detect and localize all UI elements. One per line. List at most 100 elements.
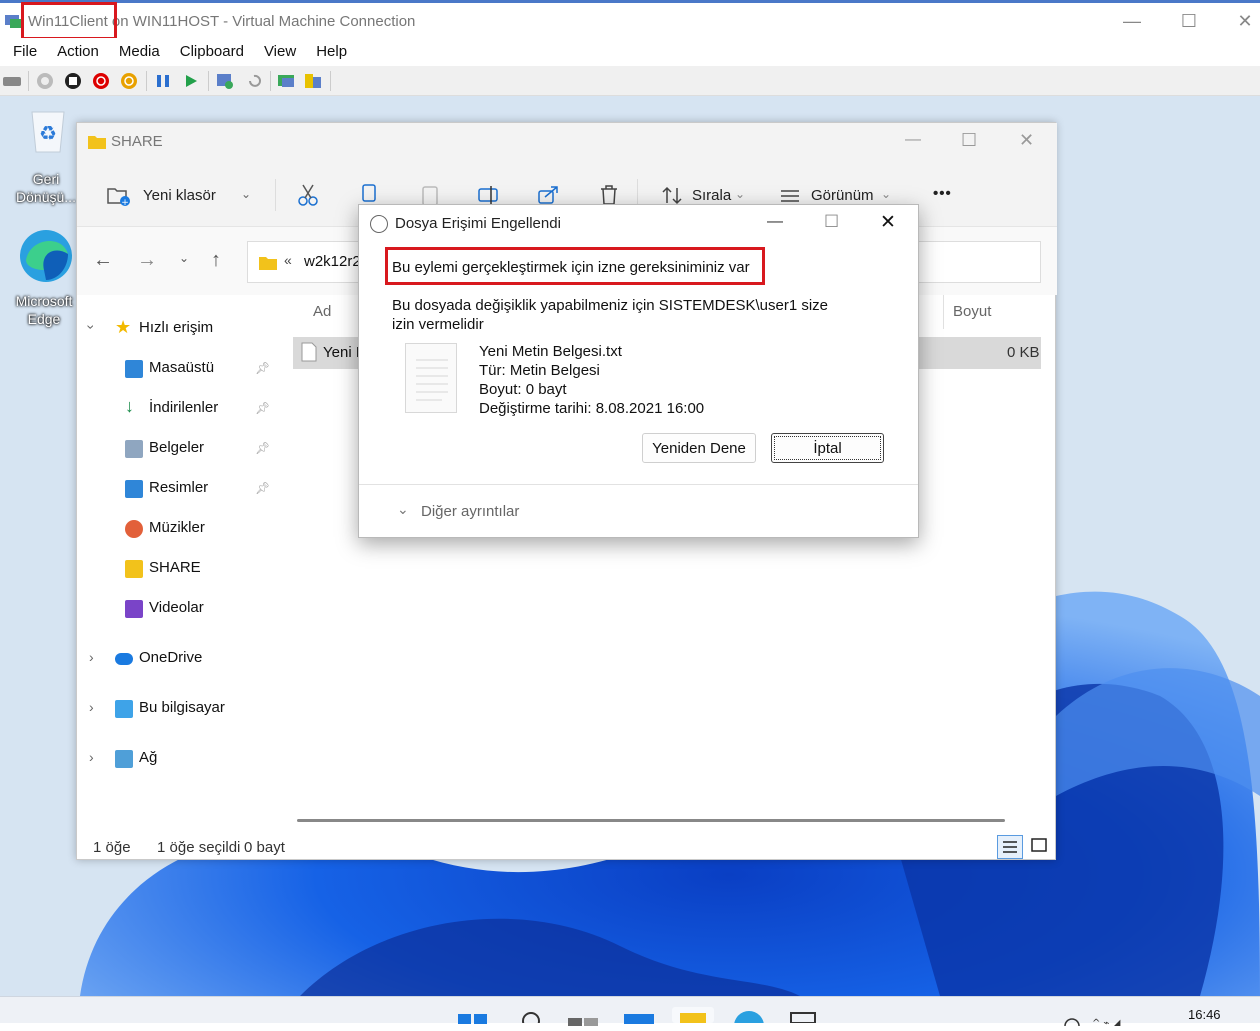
dialog-file-type: Tür: Metin Belgesi [479, 362, 600, 379]
path-overflow-icon[interactable]: « [284, 252, 292, 268]
turn-off-icon[interactable] [63, 71, 83, 91]
nav-item-desktop[interactable]: Masaüstü 📌︎ [77, 351, 277, 387]
explorer-close-button[interactable]: ✕ [1019, 130, 1034, 151]
close-button[interactable]: ✕ [1220, 3, 1260, 39]
maximize-button[interactable]: ☐ [1164, 3, 1214, 39]
more-details-toggle[interactable]: Diğer ayrıntılar [421, 503, 519, 520]
folder-icon [125, 560, 143, 578]
explorer-minimize-button[interactable]: — [905, 131, 921, 149]
pin-icon[interactable]: 📌︎ [255, 481, 270, 495]
nav-item-videos[interactable]: Videolar [77, 591, 277, 627]
explorer-title: SHARE [111, 133, 163, 150]
start-icon[interactable] [35, 71, 55, 91]
file-size-cell: 0 KB [1007, 344, 1040, 361]
view-button[interactable]: Görünüm [811, 187, 874, 204]
column-header-name[interactable]: Ad [313, 303, 331, 320]
nav-item-pictures[interactable]: Resimler 📌︎ [77, 471, 277, 507]
chevron-right-icon[interactable]: › [89, 699, 94, 715]
checkpoint-icon[interactable] [215, 71, 235, 91]
nav-item-this-pc[interactable]: › Bu bilgisayar [77, 691, 277, 727]
recycle-bin-icon[interactable]: ♻ [26, 108, 70, 154]
shutdown-icon[interactable] [91, 71, 111, 91]
retry-button[interactable]: Yeniden Dene [642, 433, 756, 463]
widgets-icon[interactable] [622, 1011, 656, 1024]
up-arrow-icon[interactable]: ↑ [211, 249, 221, 272]
chevron-right-icon[interactable]: › [89, 749, 94, 765]
pin-icon[interactable]: 📌︎ [255, 401, 270, 415]
nav-item-share[interactable]: SHARE [77, 551, 277, 587]
recent-chevron-down-icon[interactable]: ⌄ [179, 251, 189, 265]
details-view-icon[interactable] [997, 835, 1023, 859]
folder-icon [258, 254, 278, 272]
svg-text:♻: ♻ [39, 121, 57, 145]
horizontal-scrollbar[interactable] [297, 819, 1005, 822]
nav-item-documents[interactable]: Belgeler 📌︎ [77, 431, 277, 467]
chevron-right-icon[interactable]: › [89, 649, 94, 665]
explorer-maximize-button[interactable]: ☐ [961, 130, 977, 151]
new-folder-chevron-down-icon[interactable]: ⌄ [241, 187, 251, 201]
clock-icon [370, 215, 388, 233]
menu-help[interactable]: Help [316, 38, 347, 66]
menu-clipboard[interactable]: Clipboard [180, 38, 244, 66]
dialog-minimize-button[interactable]: — [767, 213, 783, 231]
store-taskbar-icon[interactable] [786, 1009, 820, 1024]
revert-icon[interactable] [244, 71, 264, 91]
host-toolbar [0, 66, 1260, 96]
share-icon[interactable] [303, 71, 323, 91]
start-menu-icon[interactable] [458, 1011, 488, 1024]
minimize-button[interactable]: — [1107, 3, 1157, 39]
videos-icon [125, 600, 143, 618]
cut-icon[interactable] [297, 183, 319, 207]
dialog-divider [359, 484, 918, 485]
status-selected: 1 öğe seçildi [157, 839, 241, 856]
nav-item-network[interactable]: › Ağ [77, 741, 277, 777]
download-icon: ↓ [125, 396, 134, 416]
menu-media[interactable]: Media [119, 38, 160, 66]
resume-icon[interactable] [181, 71, 201, 91]
ctrl-alt-del-icon[interactable] [2, 71, 22, 91]
menu-action[interactable]: Action [57, 38, 99, 66]
dialog-message: Bu dosyada değişiklik yapabilmeniz için … [392, 297, 829, 333]
file-explorer-taskbar-icon[interactable] [672, 1007, 714, 1023]
new-folder-button[interactable]: Yeni klasör [143, 187, 216, 204]
view-chevron-down-icon[interactable]: ⌄ [881, 187, 891, 201]
nav-item-music[interactable]: Müzikler [77, 511, 277, 547]
forward-arrow-icon[interactable]: → [137, 249, 157, 272]
edge-taskbar-icon[interactable] [732, 1009, 766, 1031]
more-options-button[interactable]: ••• [933, 185, 952, 202]
save-state-icon[interactable] [119, 71, 139, 91]
system-tray-icons[interactable]: ^ ⌁ ◢ [1062, 1013, 1142, 1031]
dialog-close-button[interactable]: ✕ [880, 211, 896, 234]
menu-file[interactable]: File [13, 38, 37, 66]
nav-item-downloads[interactable]: ↓ İndirilenler 📌︎ [77, 391, 277, 427]
recycle-bin-label: Geri Dönüşü... [16, 171, 76, 205]
access-denied-dialog: Dosya Erişimi Engellendi — ☐ ✕ Bu eylemi… [358, 204, 919, 538]
pause-icon[interactable] [153, 71, 173, 91]
pin-icon[interactable]: 📌︎ [255, 441, 270, 455]
chevron-down-icon[interactable]: › [83, 325, 99, 330]
sort-chevron-down-icon[interactable]: ⌄ [735, 187, 745, 201]
nav-item-onedrive[interactable]: › OneDrive [77, 641, 277, 677]
sort-button[interactable]: Sırala [692, 187, 731, 204]
menu-view[interactable]: View [264, 38, 296, 66]
pin-icon[interactable]: 📌︎ [255, 361, 270, 375]
taskbar-clock[interactable]: 16:46 [1188, 1007, 1221, 1022]
dialog-title: Dosya Erişimi Engellendi [395, 215, 561, 232]
column-header-size[interactable]: Boyut [953, 303, 991, 320]
search-input[interactable] [917, 241, 1041, 283]
back-arrow-icon[interactable]: ← [93, 249, 113, 272]
cancel-button[interactable]: İptal [771, 433, 884, 463]
new-folder-icon[interactable]: + [107, 185, 131, 208]
enhanced-session-icon[interactable] [277, 71, 297, 91]
task-view-icon[interactable] [566, 1013, 600, 1026]
chevron-down-icon[interactable]: ⌄ [397, 501, 409, 518]
dialog-maximize-button[interactable]: ☐ [824, 212, 839, 232]
nav-quick-access[interactable]: › ★ Hızlı erişim [77, 311, 277, 347]
documents-icon [125, 440, 143, 458]
edge-icon[interactable] [16, 226, 76, 284]
search-icon[interactable] [519, 1009, 545, 1030]
tiles-view-icon[interactable] [1027, 835, 1051, 859]
cloud-icon [115, 653, 133, 665]
column-divider[interactable] [943, 295, 944, 329]
dialog-heading: Bu eylemi gerçekleştirmek için izne gere… [392, 259, 750, 276]
